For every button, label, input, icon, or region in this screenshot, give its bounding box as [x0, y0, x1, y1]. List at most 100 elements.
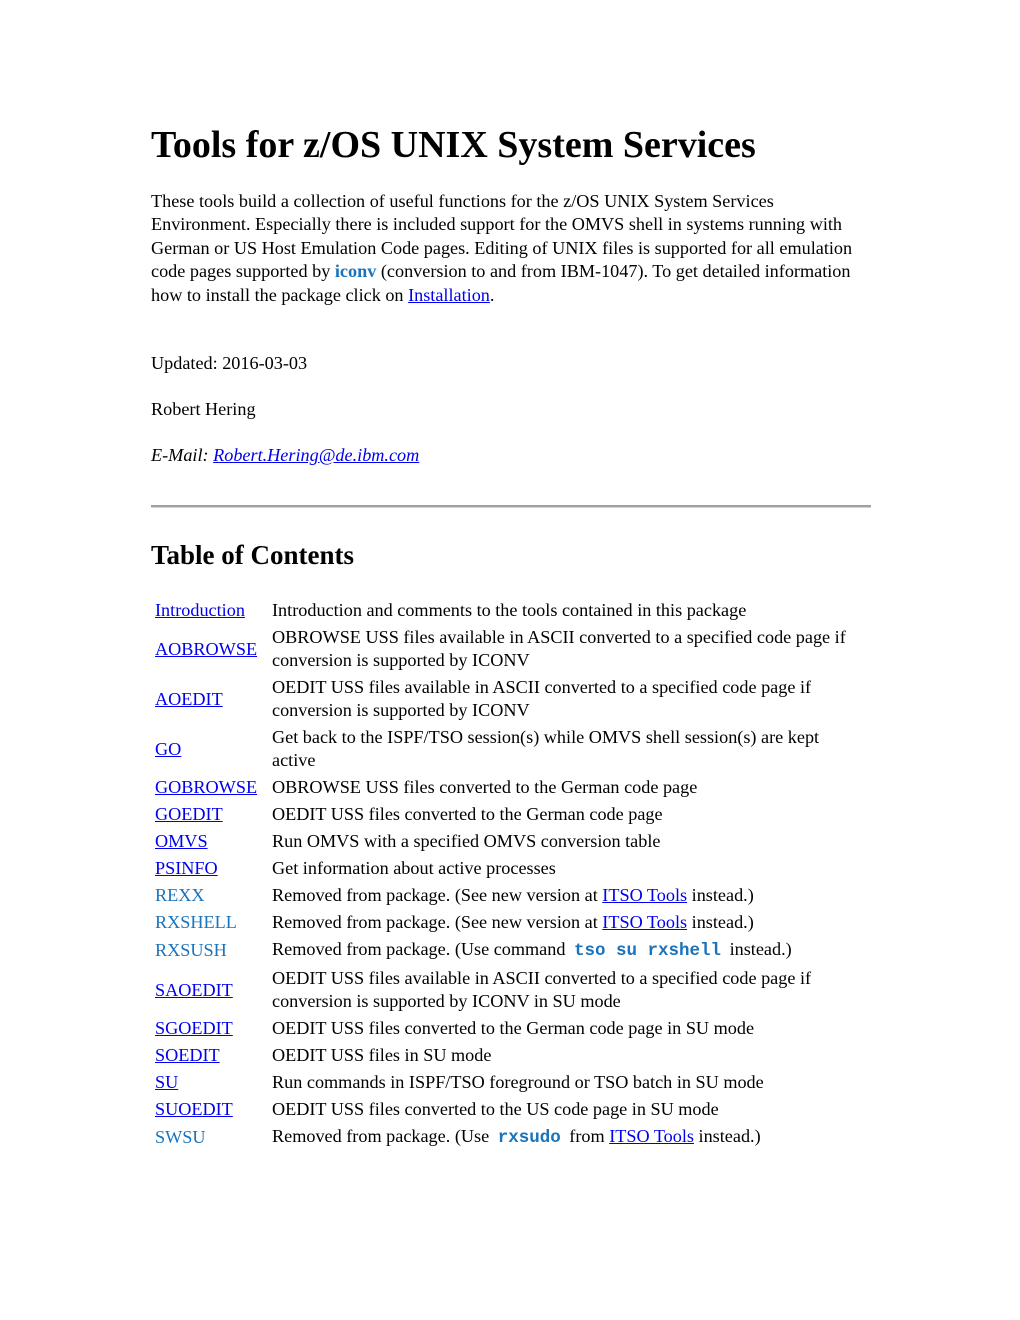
toc-description-text: instead.)	[725, 939, 792, 959]
toc-description-text: instead.)	[687, 912, 754, 932]
toc-name-cell: RXSHELL	[154, 910, 269, 935]
toc-name-cell: SWSU	[154, 1124, 269, 1151]
toc-row: SU Run commands in ISPF/TSO foreground or…	[154, 1070, 861, 1095]
toc-description-text: OEDIT USS files converted to the US code…	[272, 1099, 719, 1119]
toc-row: SGOEDIT OEDIT USS files converted to the …	[154, 1016, 861, 1041]
toc-description-text: Removed from package. (Use command	[272, 939, 570, 959]
toc-row: GOEDIT OEDIT USS files converted to the G…	[154, 802, 861, 827]
toc-row: REXX Removed from package. (See new versi…	[154, 883, 861, 908]
horizontal-rule	[151, 505, 871, 508]
toc-link-sgoedit[interactable]: SGOEDIT	[155, 1018, 233, 1038]
toc-name-cell: REXX	[154, 883, 269, 908]
toc-description: OEDIT USS files converted to the German …	[271, 802, 861, 827]
toc-name-cell: SGOEDIT	[154, 1016, 269, 1041]
toc-description: OEDIT USS files in SU mode	[271, 1043, 861, 1068]
toc-description: OEDIT USS files available in ASCII conve…	[271, 675, 861, 723]
toc-description-text: OEDIT USS files in SU mode	[272, 1045, 492, 1065]
toc-description-text: OEDIT USS files available in ASCII conve…	[272, 968, 812, 1011]
toc-description: Removed from package. (Use command tso s…	[271, 937, 861, 964]
toc-heading: Table of Contents	[151, 540, 355, 570]
toc-row: RXSHELL Removed from package. (See new ve…	[154, 910, 861, 935]
toc-row: AOBROWSE OBROWSE USS files available in A…	[154, 625, 861, 673]
toc-link-aoedit[interactable]: AOEDIT	[155, 689, 223, 709]
toc-link-aobrowse[interactable]: AOBROWSE	[155, 639, 257, 659]
toc-description: Run OMVS with a specified OMVS conversio…	[271, 829, 861, 854]
toc-row: SAOEDIT OEDIT USS files available in ASCI…	[154, 966, 861, 1014]
toc-link-saoedit[interactable]: SAOEDIT	[155, 980, 233, 1000]
toc-link-goedit[interactable]: GOEDIT	[155, 804, 223, 824]
itso-tools-link[interactable]: ITSO Tools	[602, 885, 687, 905]
toc-description: Introduction and comments to the tools c…	[271, 598, 861, 623]
toc-description: Removed from package. (See new version a…	[271, 883, 861, 908]
email-label: E-Mail:	[151, 445, 214, 465]
toc-name-cell: AOBROWSE	[154, 625, 269, 673]
toc-description-text: Run OMVS with a specified OMVS conversio…	[272, 831, 661, 851]
toc-description-text: Introduction and comments to the tools c…	[272, 600, 747, 620]
toc-description: OBROWSE USS files available in ASCII con…	[271, 625, 861, 673]
toc-description-text: OEDIT USS files available in ASCII conve…	[272, 677, 812, 720]
toc-name-cell: OMVS	[154, 829, 269, 854]
updated-date: Updated: 2016-03-03	[151, 353, 308, 373]
toc-table: Introduction Introduction and comments to…	[152, 596, 863, 1153]
toc-name-cell: GO	[154, 725, 269, 773]
toc-name-cell: Introduction	[154, 598, 269, 623]
itso-tools-link[interactable]: ITSO Tools	[602, 912, 687, 932]
itso-tools-link[interactable]: ITSO Tools	[609, 1126, 694, 1146]
toc-row: SOEDIT OEDIT USS files in SU mode	[154, 1043, 861, 1068]
command-code: tso su rxshell	[573, 941, 722, 961]
toc-link-go[interactable]: GO	[155, 739, 181, 759]
toc-description-text: OEDIT USS files converted to the German …	[272, 1018, 755, 1038]
toc-description-text: Removed from package. (Use	[272, 1126, 494, 1146]
toc-row: GO Get back to the ISPF/TSO session(s) wh…	[154, 725, 861, 773]
toc-description: Run commands in ISPF/TSO foreground or T…	[271, 1070, 861, 1095]
toc-description-text: instead.)	[687, 885, 754, 905]
toc-row: Introduction Introduction and comments to…	[154, 598, 861, 623]
toc-description-text: from	[564, 1126, 610, 1146]
intro-paragraph: These tools build a collection of useful…	[151, 190, 876, 307]
toc-description: Removed from package. (Use rxsudo from I…	[271, 1124, 861, 1151]
toc-description-text: OBROWSE USS files converted to the Germa…	[272, 777, 698, 797]
toc-row: SWSU Removed from package. (Use rxsudo fr…	[154, 1124, 861, 1151]
toc-name-cell: SAOEDIT	[154, 966, 269, 1014]
toc-row: RXSUSH Removed from package. (Use command…	[154, 937, 861, 964]
toc-description-text: instead.)	[693, 1126, 761, 1146]
toc-removed-rexx: REXX	[155, 885, 205, 905]
toc-link-introduction[interactable]: Introduction	[155, 600, 245, 620]
toc-name-cell: SOEDIT	[154, 1043, 269, 1068]
toc-description-text: Run commands in ISPF/TSO foreground or T…	[272, 1072, 764, 1092]
toc-name-cell: PSINFO	[154, 856, 269, 881]
toc-link-su[interactable]: SU	[155, 1072, 178, 1092]
toc-description: Get back to the ISPF/TSO session(s) whil…	[271, 725, 861, 773]
intro-period: .	[489, 284, 495, 305]
toc-name-cell: RXSUSH	[154, 937, 269, 964]
toc-row: GOBROWSE OBROWSE USS files converted to t…	[154, 775, 861, 800]
toc-link-gobrowse[interactable]: GOBROWSE	[155, 777, 257, 797]
toc-removed-rxshell: RXSHELL	[155, 912, 237, 932]
author-name: Robert Hering	[151, 399, 256, 419]
toc-description-text: OEDIT USS files converted to the German …	[272, 804, 663, 824]
toc-row: OMVS Run OMVS with a specified OMVS conve…	[154, 829, 861, 854]
email-line: E-Mail: Robert.Hering@de.ibm.com	[151, 444, 419, 467]
toc-link-omvs[interactable]: OMVS	[155, 831, 208, 851]
toc-description-text: Removed from package. (See new version a…	[272, 885, 603, 905]
toc-name-cell: SU	[154, 1070, 269, 1095]
toc-name-cell: GOBROWSE	[154, 775, 269, 800]
toc-link-soedit[interactable]: SOEDIT	[155, 1045, 220, 1065]
toc-removed-rxsush: RXSUSH	[155, 940, 227, 960]
toc-description: Removed from package. (See new version a…	[271, 910, 861, 935]
installation-link[interactable]: Installation	[408, 285, 490, 305]
toc-description: Get information about active processes	[271, 856, 861, 881]
toc-description: OEDIT USS files converted to the US code…	[271, 1097, 861, 1122]
toc-link-suoedit[interactable]: SUOEDIT	[155, 1099, 233, 1119]
email-link[interactable]: Robert.Hering@de.ibm.com	[213, 445, 419, 465]
toc-row: PSINFO Get information about active proce…	[154, 856, 861, 881]
toc-row: SUOEDIT OEDIT USS files converted to the …	[154, 1097, 861, 1122]
toc-name-cell: GOEDIT	[154, 802, 269, 827]
toc-description-text: Removed from package. (See new version a…	[272, 912, 603, 932]
iconv-term: iconv	[334, 261, 377, 282]
toc-description: OEDIT USS files converted to the German …	[271, 1016, 861, 1041]
toc-description: OEDIT USS files available in ASCII conve…	[271, 966, 861, 1014]
command-code: rxsudo	[497, 1128, 561, 1148]
toc-link-psinfo[interactable]: PSINFO	[155, 858, 218, 878]
toc-removed-swsu: SWSU	[155, 1127, 206, 1147]
